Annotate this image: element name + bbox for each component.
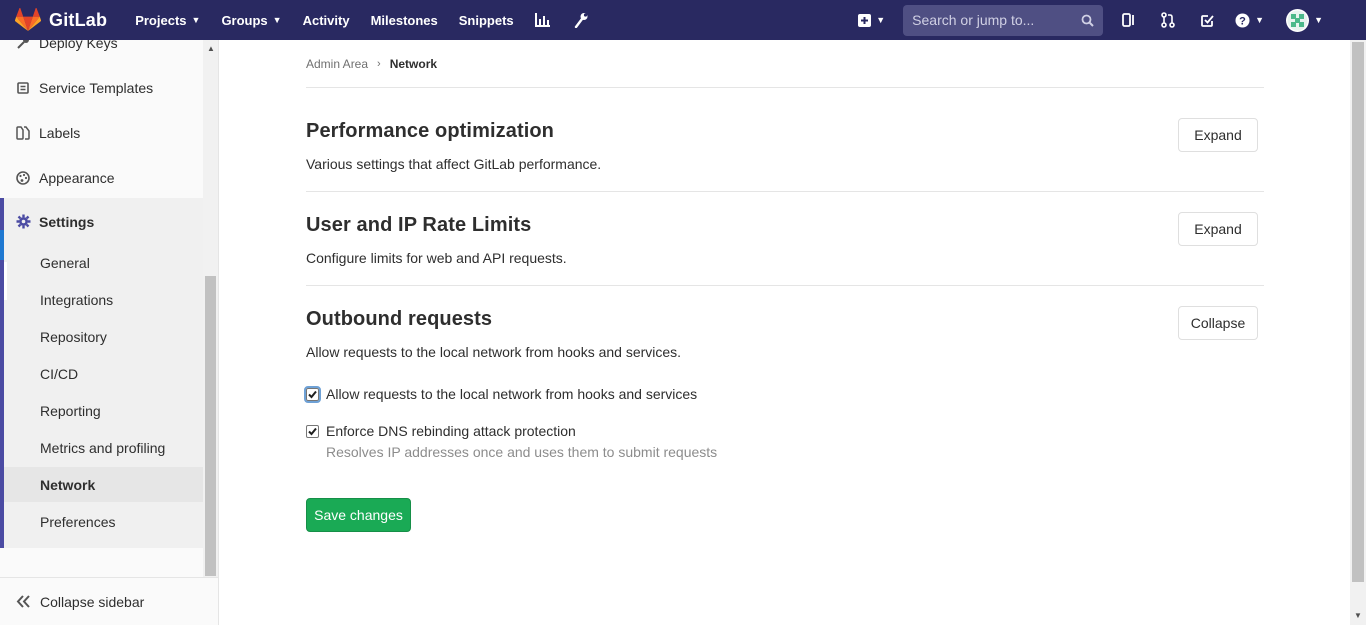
section-desc-outbound: Allow requests to the local network from… [306, 344, 682, 360]
breadcrumb-current[interactable]: Network [390, 57, 437, 71]
issues-icon[interactable] [1118, 9, 1140, 31]
sidebar-sub-reporting[interactable]: Reporting [40, 403, 101, 419]
expand-performance-button[interactable]: Expand [1178, 118, 1258, 152]
chevron-down-icon: ▼ [191, 15, 201, 25]
checkmark-icon [308, 390, 317, 398]
user-menu[interactable]: ▼ [1286, 8, 1323, 32]
sidebar-item-deploy-keys[interactable]: Deploy Keys [0, 40, 203, 65]
section-title-rate-limits: User and IP Rate Limits [306, 214, 532, 236]
checkmark-icon [308, 427, 317, 435]
admin-sidebar: Deploy Keys Service Templates Labels App… [0, 40, 219, 625]
chevron-right-icon: › [377, 58, 381, 70]
double-chevron-left-icon [16, 595, 31, 608]
section-title-outbound: Outbound requests [306, 308, 493, 330]
sidebar-item-label: Appearance [39, 169, 115, 186]
sidebar-sub-repository[interactable]: Repository [40, 329, 107, 345]
search-icon [1081, 14, 1094, 27]
gear-icon [15, 214, 31, 230]
nav-snippets[interactable]: Snippets [459, 13, 514, 28]
gitlab-logo-icon [15, 8, 41, 31]
brand-name: GitLab [49, 9, 108, 30]
avatar [1286, 8, 1310, 32]
expand-rate-limits-button[interactable]: Expand [1178, 212, 1258, 246]
allow-local-requests-label[interactable]: Allow requests to the local network from… [326, 386, 697, 402]
dns-rebinding-checkbox[interactable] [306, 424, 319, 438]
sidebar-item-label: Deploy Keys [39, 40, 118, 51]
key-icon [15, 40, 31, 51]
sidebar-item-appearance[interactable]: Appearance [0, 155, 203, 200]
help-icon: ? [1235, 13, 1250, 27]
merge-request-icon[interactable] [1157, 9, 1179, 31]
sidebar-item-service-templates[interactable]: Service Templates [0, 65, 203, 110]
allow-local-requests-row[interactable]: Allow requests to the local network from… [304, 385, 697, 403]
nav-projects[interactable]: Projects ▼ [135, 13, 200, 28]
top-navbar: GitLab Projects ▼ Groups ▼ Activity Mile… [0, 0, 1366, 40]
nav-activity[interactable]: Activity [303, 13, 350, 28]
sidebar-scrollbar-thumb[interactable] [205, 276, 216, 576]
section-desc-performance: Various settings that affect GitLab perf… [306, 156, 602, 172]
chart-icon[interactable] [535, 12, 551, 28]
search-box[interactable] [903, 4, 1104, 36]
gitlab-home-link[interactable]: GitLab [15, 8, 107, 32]
nav-activity-label: Activity [302, 12, 350, 28]
chevron-down-icon: ▼ [1314, 15, 1323, 25]
sidebar-sub-network[interactable]: Network [40, 477, 95, 493]
active-item-highlight [4, 467, 203, 502]
sidebar-item-label: Settings [39, 213, 95, 230]
nav-projects-label: Projects [135, 12, 187, 28]
main-content: Admin Area › Network Performance optimiz… [220, 40, 1350, 625]
sidebar-item-label: Labels [39, 124, 81, 141]
collapse-outbound-button[interactable]: Collapse [1178, 306, 1258, 340]
nav-snippets-label: Snippets [458, 12, 514, 28]
chevron-down-icon: ▼ [1255, 15, 1265, 25]
svg-text:?: ? [1239, 15, 1246, 27]
collapse-sidebar-label: Collapse sidebar [40, 593, 145, 610]
breadcrumb-divider [306, 87, 1264, 88]
nav-milestones-label: Milestones [370, 12, 438, 28]
search-input[interactable] [912, 12, 1073, 28]
save-changes-button[interactable]: Save changes [306, 498, 411, 532]
section-title-performance: Performance optimization [306, 120, 554, 142]
sidebar-item-settings[interactable]: Settings [4, 200, 207, 243]
nav-groups[interactable]: Groups ▼ [221, 13, 281, 28]
page-scrollbar-thumb[interactable] [1352, 42, 1364, 582]
section-desc-rate-limits: Configure limits for web and API request… [306, 250, 567, 266]
sidebar-item-labels[interactable]: Labels [0, 110, 203, 155]
sidebar-sub-integrations[interactable]: Integrations [40, 292, 113, 308]
help-dropdown[interactable]: ? ▼ [1235, 13, 1264, 28]
scroll-down-arrow-icon[interactable]: ▼ [1354, 611, 1362, 620]
allow-local-requests-checkbox[interactable] [304, 385, 321, 403]
dns-rebinding-help: Resolves IP addresses once and uses them… [326, 444, 718, 460]
indicator-gap [4, 262, 7, 300]
sidebar-sub-ci-cd[interactable]: CI/CD [40, 366, 78, 382]
sidebar-sub-preferences[interactable]: Preferences [40, 514, 115, 530]
new-dropdown-button[interactable]: ▼ [858, 13, 886, 27]
dns-rebinding-row[interactable]: Enforce DNS rebinding attack protection [306, 423, 576, 439]
breadcrumb-admin-area[interactable]: Admin Area [306, 57, 368, 71]
scroll-up-arrow-icon[interactable]: ▲ [207, 44, 215, 53]
todo-icon[interactable] [1196, 9, 1218, 31]
template-icon [15, 80, 31, 96]
collapse-sidebar-button[interactable]: Collapse sidebar [0, 577, 218, 625]
labels-icon [15, 125, 31, 141]
sidebar-sub-metrics[interactable]: Metrics and profiling [40, 440, 165, 456]
dns-rebinding-label[interactable]: Enforce DNS rebinding attack protection [326, 423, 576, 439]
section-divider [306, 285, 1264, 286]
sidebar-sub-general[interactable]: General [40, 255, 90, 271]
chevron-down-icon: ▼ [272, 15, 282, 25]
plus-square-icon [858, 13, 872, 27]
nav-milestones[interactable]: Milestones [371, 13, 438, 28]
sidebar-item-label: Service Templates [39, 79, 154, 96]
palette-icon [15, 170, 31, 186]
nav-groups-label: Groups [221, 12, 268, 28]
chevron-down-icon: ▼ [876, 15, 886, 25]
wrench-icon[interactable] [573, 12, 589, 28]
section-divider [306, 191, 1264, 192]
breadcrumb: Admin Area › Network [306, 57, 437, 71]
